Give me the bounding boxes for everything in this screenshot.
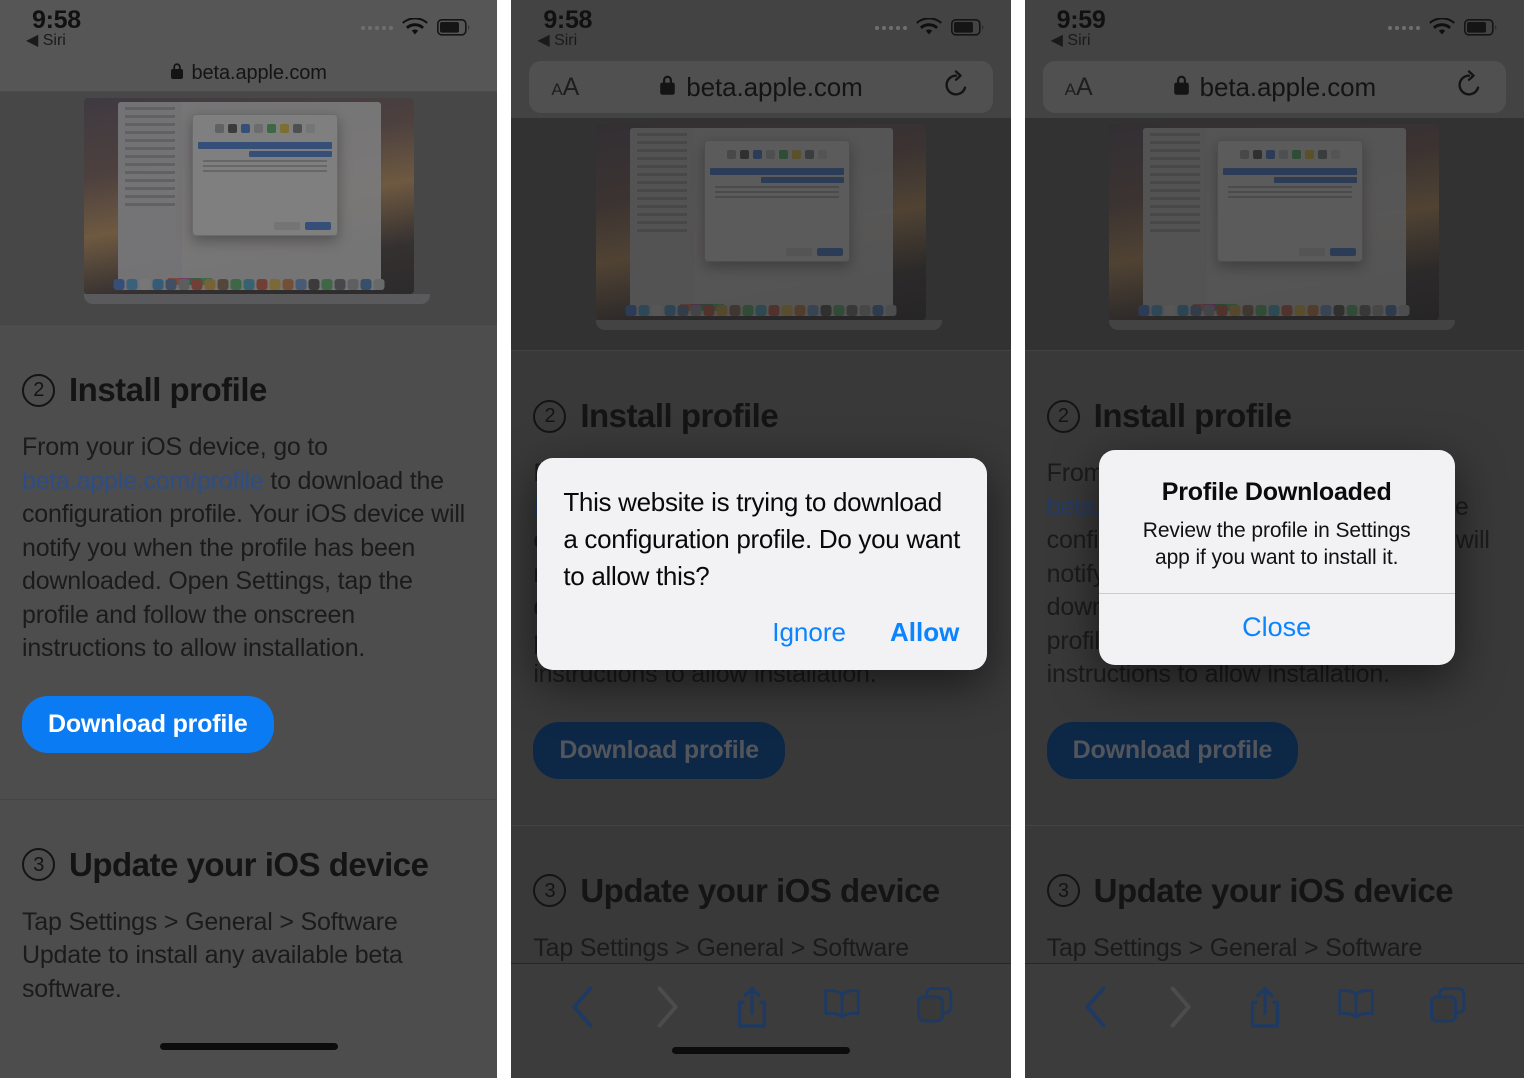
allow-button[interactable]: Allow [890, 617, 959, 648]
battery-icon [437, 19, 471, 36]
url-text: beta.apple.com [191, 62, 327, 84]
phone-panel-1: 9:58 ◀ Siri beta.apple.com 2 Install pro… [0, 0, 498, 1078]
step-3-heading: 3 Update your iOS device [22, 846, 475, 884]
alert-subtitle: Review the profile in Settings app if yo… [1142, 519, 1411, 569]
safari-page-1: 9:58 ◀ Siri beta.apple.com 2 Install pro… [0, 0, 498, 1078]
step-3-section: 3 Update your iOS device Tap Settings > … [0, 800, 497, 1007]
safari-page-3: 9:59 ◀ Siri AA beta.apple.com 2 Install … [1024, 0, 1524, 1078]
url-bar-1[interactable]: beta.apple.com [0, 56, 498, 92]
hero-image-1 [0, 92, 498, 324]
step-number-badge: 2 [22, 373, 55, 407]
step-number-badge: 3 [22, 848, 55, 881]
alert-message: This website is trying to download a con… [563, 487, 961, 591]
profile-downloaded-alert: Profile Downloaded Review the profile in… [1098, 450, 1455, 665]
article-content-1: 2 Install profile From your iOS device, … [0, 325, 498, 1007]
status-left-1: 9:58 ◀ Siri [26, 6, 81, 50]
home-indicator [159, 1043, 338, 1050]
beta-profile-link[interactable]: beta.apple.com/profile [22, 467, 264, 495]
alert-actions: Ignore Allow [563, 595, 961, 670]
ignore-button[interactable]: Ignore [772, 617, 846, 648]
step-2-section: 2 Install profile From your iOS device, … [0, 325, 497, 799]
status-bar-1: 9:58 ◀ Siri [0, 0, 498, 56]
lock-icon [170, 62, 184, 85]
step-3-title: Update your iOS device [69, 845, 429, 883]
cellular-dots-icon [361, 25, 394, 30]
step-2-heading: 2 Install profile [22, 371, 475, 409]
step-2-title: Install profile [69, 371, 267, 408]
screenshot-strip: 9:58 ◀ Siri beta.apple.com 2 Install pro… [0, 0, 1524, 1078]
step-2-body: From your iOS device, go to beta.apple.c… [22, 431, 475, 666]
panel-gap-1 [497, 0, 512, 1078]
status-back-to-siri[interactable]: ◀ Siri [26, 32, 66, 50]
phone-panel-2: 9:58 ◀ Siri AA beta.apple.com 2 Install … [511, 0, 1011, 1078]
close-button[interactable]: Close [1099, 594, 1455, 665]
download-profile-alert: This website is trying to download a con… [537, 458, 988, 670]
wifi-icon [402, 18, 429, 37]
body-text-before-link: From your iOS device, go to [22, 433, 328, 461]
phone-panel-3: 9:59 ◀ Siri AA beta.apple.com 2 Install … [1024, 0, 1524, 1078]
body-text-after-link: to download the configuration profile. Y… [22, 466, 466, 663]
safari-page-2: 9:58 ◀ Siri AA beta.apple.com 2 Install … [511, 0, 1011, 1078]
panel-gap-2 [1010, 0, 1025, 1078]
download-profile-button[interactable]: Download profile [22, 695, 274, 753]
status-right-1 [361, 6, 471, 37]
status-time: 9:58 [32, 6, 81, 34]
alert-title: Profile Downloaded [1161, 478, 1392, 506]
step-3-body: Tap Settings > General > Software Update… [22, 907, 403, 1003]
hero-dim-overlay [0, 92, 498, 324]
